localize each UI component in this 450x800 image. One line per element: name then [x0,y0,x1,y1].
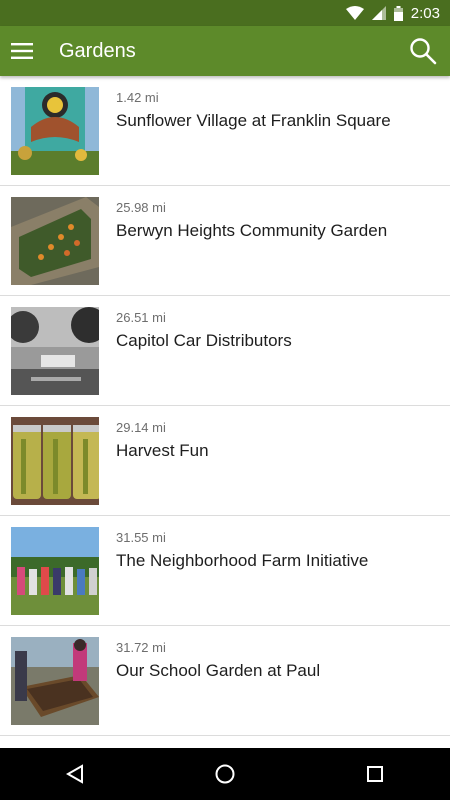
wifi-icon [345,6,364,20]
garden-thumbnail [11,307,99,395]
garden-thumbnail [11,637,99,725]
garden-name: Berwyn Heights Community Garden [116,221,388,240]
battery-icon [393,5,403,21]
garden-name: Capitol Car Distributors [116,331,292,350]
garden-thumbnail [11,87,99,175]
hamburger-menu-icon[interactable] [0,26,44,76]
distance-label: 25.98 mi [116,200,166,215]
app-bar: Gardens [0,26,450,76]
garden-thumbnail [11,527,99,615]
distance-label: 1.42 mi [116,90,159,105]
garden-name: Our School Garden at Paul [116,661,321,680]
garden-thumbnail [11,417,99,505]
list-item[interactable]: 25.98 mi Berwyn Heights Community Garden [0,186,450,296]
search-icon[interactable] [404,32,442,70]
distance-label: 31.55 mi [116,530,166,545]
garden-name: Sunflower Village at Franklin Square [116,111,391,130]
garden-thumbnail [11,197,99,285]
nav-bar [0,748,450,800]
list-item[interactable]: 1.42 mi Sunflower Village at Franklin Sq… [0,76,450,186]
garden-list: 1.42 mi Sunflower Village at Franklin Sq… [0,76,450,748]
list-item[interactable]: 31.55 mi The Neighborhood Farm Initiativ… [0,516,450,626]
list-item[interactable]: 26.51 mi Capitol Car Distributors [0,296,450,406]
garden-name: Harvest Fun [116,441,209,460]
recents-icon[interactable] [345,748,405,800]
page-title: Gardens [59,39,136,62]
signal-icon [371,6,386,20]
list-item[interactable]: 31.72 mi Our School Garden at Paul [0,626,450,736]
status-bar: 2:03 [0,0,450,26]
garden-name: The Neighborhood Farm Initiative [116,551,369,570]
back-icon[interactable] [45,748,105,800]
distance-label: 29.14 mi [116,420,166,435]
distance-label: 31.72 mi [116,640,166,655]
distance-label: 26.51 mi [116,310,166,325]
list-item[interactable]: 29.14 mi Harvest Fun [0,406,450,516]
status-time: 2:03 [410,4,440,22]
home-icon[interactable] [195,748,255,800]
